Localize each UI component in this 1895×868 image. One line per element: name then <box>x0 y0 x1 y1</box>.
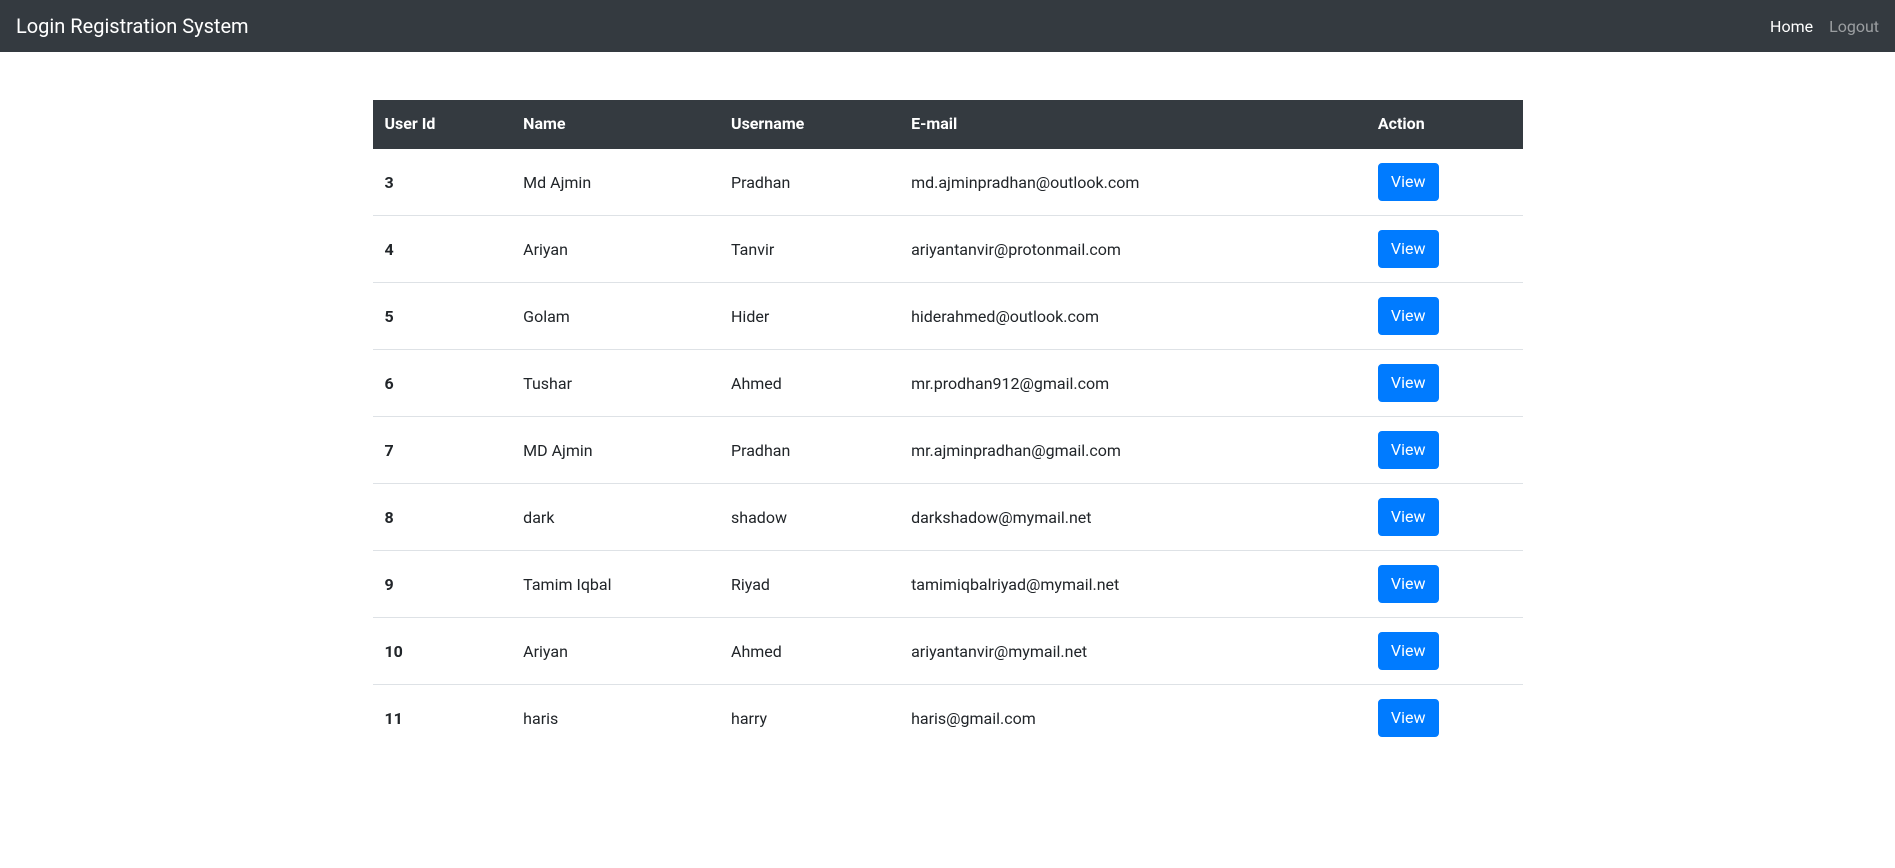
nav-link-logout[interactable]: Logout <box>1829 17 1879 36</box>
cell-email: mr.ajminpradhan@gmail.com <box>899 417 1366 484</box>
navbar-nav: Home Logout <box>1770 17 1879 36</box>
view-button[interactable]: View <box>1378 632 1439 670</box>
cell-name: Tamim Iqbal <box>511 551 719 618</box>
cell-email: darkshadow@mymail.net <box>899 484 1366 551</box>
cell-user-id: 9 <box>373 551 512 618</box>
cell-username: Ahmed <box>719 350 899 417</box>
cell-action: View <box>1366 685 1523 752</box>
view-button[interactable]: View <box>1378 565 1439 603</box>
cell-user-id: 6 <box>373 350 512 417</box>
view-button[interactable]: View <box>1378 364 1439 402</box>
table-header-row: User Id Name Username E-mail Action <box>373 100 1523 148</box>
navbar: Login Registration System Home Logout <box>0 0 1895 52</box>
cell-name: Tushar <box>511 350 719 417</box>
cell-username: Hider <box>719 283 899 350</box>
col-header-user-id: User Id <box>373 100 512 148</box>
cell-name: Golam <box>511 283 719 350</box>
cell-action: View <box>1366 283 1523 350</box>
table-row: 11harisharryharis@gmail.com View <box>373 685 1523 752</box>
table-row: 6TusharAhmedmr.prodhan912@gmail.com View <box>373 350 1523 417</box>
users-table: User Id Name Username E-mail Action 3Md … <box>373 100 1523 751</box>
cell-username: Pradhan <box>719 417 899 484</box>
table-row: 3Md AjminPradhanmd.ajminpradhan@outlook.… <box>373 148 1523 216</box>
cell-user-id: 8 <box>373 484 512 551</box>
cell-username: shadow <box>719 484 899 551</box>
table-row: 7MD AjminPradhanmr.ajminpradhan@gmail.co… <box>373 417 1523 484</box>
table-row: 10AriyanAhmedariyantanvir@mymail.net View <box>373 618 1523 685</box>
cell-username: Ahmed <box>719 618 899 685</box>
view-button[interactable]: View <box>1378 431 1439 469</box>
cell-action: View <box>1366 551 1523 618</box>
cell-user-id: 3 <box>373 148 512 216</box>
cell-user-id: 4 <box>373 216 512 283</box>
col-header-name: Name <box>511 100 719 148</box>
cell-email: ariyantanvir@mymail.net <box>899 618 1366 685</box>
view-button[interactable]: View <box>1378 163 1439 201</box>
cell-action: View <box>1366 216 1523 283</box>
cell-name: haris <box>511 685 719 752</box>
view-button[interactable]: View <box>1378 498 1439 536</box>
col-header-username: Username <box>719 100 899 148</box>
cell-action: View <box>1366 417 1523 484</box>
col-header-email: E-mail <box>899 100 1366 148</box>
cell-name: dark <box>511 484 719 551</box>
cell-email: hiderahmed@outlook.com <box>899 283 1366 350</box>
view-button[interactable]: View <box>1378 699 1439 737</box>
table-body: 3Md AjminPradhanmd.ajminpradhan@outlook.… <box>373 148 1523 751</box>
table-row: 4AriyanTanvirariyantanvir@protonmail.com… <box>373 216 1523 283</box>
navbar-brand[interactable]: Login Registration System <box>16 14 249 38</box>
cell-username: harry <box>719 685 899 752</box>
cell-email: mr.prodhan912@gmail.com <box>899 350 1366 417</box>
table-row: 5GolamHiderhiderahmed@outlook.com View <box>373 283 1523 350</box>
cell-action: View <box>1366 618 1523 685</box>
cell-email: md.ajminpradhan@outlook.com <box>899 148 1366 216</box>
view-button[interactable]: View <box>1378 297 1439 335</box>
table-row: 8darkshadowdarkshadow@mymail.net View <box>373 484 1523 551</box>
cell-name: Ariyan <box>511 618 719 685</box>
cell-name: Ariyan <box>511 216 719 283</box>
view-button[interactable]: View <box>1378 230 1439 268</box>
cell-user-id: 5 <box>373 283 512 350</box>
cell-user-id: 11 <box>373 685 512 752</box>
nav-link-home[interactable]: Home <box>1770 17 1813 36</box>
cell-username: Riyad <box>719 551 899 618</box>
cell-action: View <box>1366 148 1523 216</box>
cell-email: haris@gmail.com <box>899 685 1366 752</box>
cell-action: View <box>1366 484 1523 551</box>
cell-email: tamimiqbalriyad@mymail.net <box>899 551 1366 618</box>
cell-name: MD Ajmin <box>511 417 719 484</box>
cell-username: Pradhan <box>719 148 899 216</box>
cell-email: ariyantanvir@protonmail.com <box>899 216 1366 283</box>
cell-user-id: 7 <box>373 417 512 484</box>
col-header-action: Action <box>1366 100 1523 148</box>
table-row: 9Tamim IqbalRiyadtamimiqbalriyad@mymail.… <box>373 551 1523 618</box>
main-container: User Id Name Username E-mail Action 3Md … <box>373 52 1523 751</box>
cell-action: View <box>1366 350 1523 417</box>
cell-user-id: 10 <box>373 618 512 685</box>
cell-name: Md Ajmin <box>511 148 719 216</box>
cell-username: Tanvir <box>719 216 899 283</box>
